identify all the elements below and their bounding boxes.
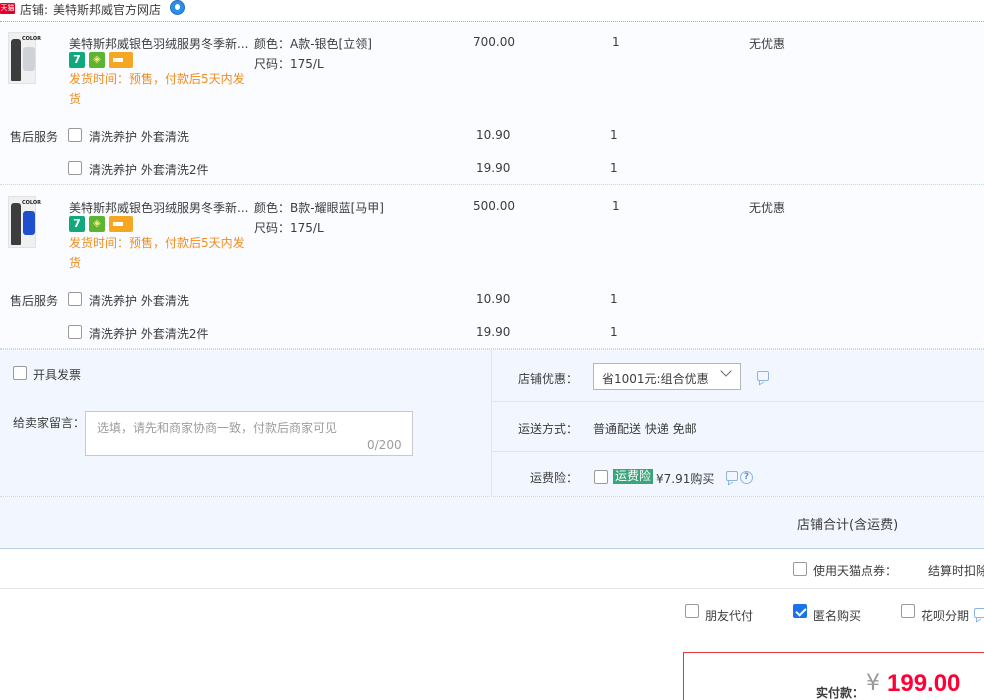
ship-time-note: 发货时间：预售，付款后5天内发货: [69, 72, 245, 106]
service-price: 19.90: [476, 161, 511, 175]
item-qty: 1: [612, 199, 620, 213]
service-checkbox[interactable]: [68, 325, 82, 339]
service-qty: 1: [610, 325, 618, 339]
credit-card-icon: [109, 216, 133, 232]
product-title[interactable]: 美特斯邦威银色羽绒服男冬季新...: [69, 35, 248, 52]
service-name: 清洗养护 外套清洗2件: [89, 327, 209, 341]
wangwang-chat-icon[interactable]: [170, 0, 185, 15]
product-thumbnail[interactable]: COLOR: [8, 196, 41, 248]
credit-card-icon: [109, 52, 133, 68]
guarantee-shield-icon: ◈: [89, 52, 105, 68]
row-divider: [492, 401, 984, 402]
shop-label: 店铺:: [20, 3, 49, 17]
service-checkbox[interactable]: [68, 161, 82, 175]
item-price: 500.00: [473, 199, 515, 213]
message-label: 给卖家留言：: [13, 416, 86, 430]
sku-color: 颜色：A款-银色[立领]: [254, 37, 372, 51]
message-placeholder: 选填，请先和商家协商一致，付款后商家可见: [97, 421, 338, 435]
shop-total-label: 店铺合计(含运费): [797, 518, 899, 533]
shop-discount-value: 省1001元:组合优惠: [602, 372, 709, 386]
friend-pay-label: 朋友代付: [705, 609, 754, 623]
service-price: 19.90: [476, 325, 511, 339]
sku-size: 尺码：175/L: [254, 57, 324, 71]
chat-bubble-icon[interactable]: [974, 608, 984, 618]
sku-color: 颜色：B款-耀眼蓝[马甲]: [254, 201, 384, 215]
seven-day-return-icon: 7: [69, 52, 85, 68]
insurance-tag: 运费险: [613, 469, 654, 484]
coupon-note: 结算时扣除: [928, 564, 984, 578]
item-discount: 无优惠: [749, 37, 786, 51]
insurance-price: ¥7.91购买: [656, 472, 715, 486]
anonymous-purchase-checkbox[interactable]: [793, 604, 807, 618]
service-name: 清洗养护 外套清洗: [89, 130, 189, 144]
chat-bubble-icon[interactable]: [757, 371, 769, 381]
ship-time-note: 发货时间：预售，付款后5天内发货: [69, 236, 245, 270]
service-qty: 1: [610, 128, 618, 142]
chat-bubble-icon[interactable]: [726, 471, 738, 481]
row-divider: [492, 451, 984, 452]
delivery-label: 运送方式：: [518, 422, 579, 436]
message-char-count: 0/200: [367, 438, 402, 452]
delivery-value: 普通配送 快递 免邮: [593, 422, 697, 436]
service-checkbox[interactable]: [68, 292, 82, 306]
product-thumbnail[interactable]: COLOR: [8, 32, 41, 84]
invoice-label: 开具发票: [33, 368, 82, 382]
insurance-label: 运费险：: [530, 471, 579, 485]
huabei-installment-checkbox[interactable]: [901, 604, 915, 618]
coupon-label: 使用天猫点券：: [813, 564, 898, 578]
after-sale-service-label: 售后服务: [10, 294, 59, 308]
shop-name-link[interactable]: 美特斯邦威官方网店: [53, 1, 161, 18]
pay-amount: 199.00: [887, 670, 961, 697]
service-price: 10.90: [476, 128, 511, 142]
invoice-checkbox[interactable]: [13, 366, 27, 380]
coupon-checkbox[interactable]: [793, 562, 807, 576]
product-title[interactable]: 美特斯邦威银色羽绒服男冬季新...: [69, 199, 248, 216]
service-name: 清洗养护 外套清洗: [89, 294, 189, 308]
service-qty: 1: [610, 292, 618, 306]
guarantee-shield-icon: ◈: [89, 216, 105, 232]
seven-day-return-icon: 7: [69, 216, 85, 232]
shop-discount-label: 店铺优惠：: [518, 372, 579, 386]
jacket-image-silver: [23, 47, 35, 71]
options-divider: [491, 349, 492, 497]
vest-image-blue: [23, 211, 35, 235]
currency-symbol: ¥: [866, 671, 880, 696]
service-price: 10.90: [476, 292, 511, 306]
anonymous-purchase-label: 匿名购买: [813, 609, 862, 623]
item-qty: 1: [612, 35, 620, 49]
sku-size: 尺码：175/L: [254, 221, 324, 235]
item-price: 700.00: [473, 35, 515, 49]
huabei-installment-label: 花呗分期: [921, 609, 970, 623]
service-checkbox[interactable]: [68, 128, 82, 142]
item-discount: 无优惠: [749, 201, 786, 215]
insurance-checkbox[interactable]: [594, 470, 608, 484]
pay-label: 实付款：: [816, 686, 865, 700]
after-sale-service-label: 售后服务: [10, 130, 59, 144]
friend-pay-checkbox[interactable]: [685, 604, 699, 618]
service-name: 清洗养护 外套清洗2件: [89, 163, 209, 177]
service-qty: 1: [610, 161, 618, 175]
tmall-badge: 天猫: [0, 3, 15, 14]
help-icon[interactable]: ?: [740, 471, 753, 484]
